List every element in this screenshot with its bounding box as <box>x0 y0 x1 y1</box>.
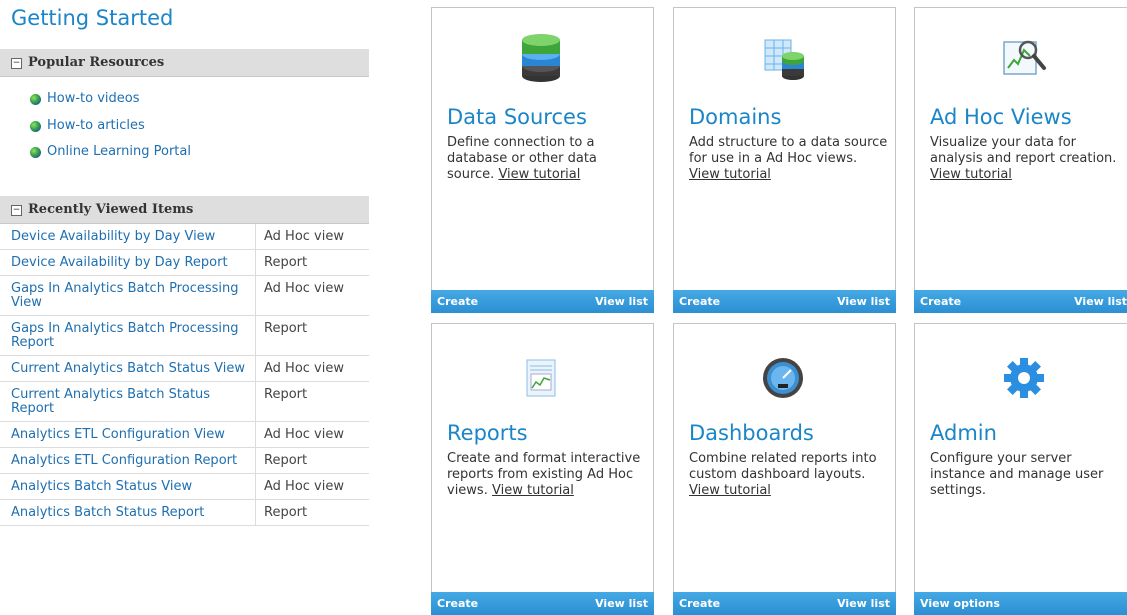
table-row: Analytics ETL Configuration Report Report <box>0 447 369 474</box>
table-row: Device Availability by Day Report Report <box>0 249 369 276</box>
recent-item-type: Ad Hoc view <box>255 355 369 382</box>
tile-action-bar: Create View list <box>673 592 896 615</box>
recent-item-link[interactable]: Analytics Batch Status View <box>0 473 256 500</box>
view-tutorial-link[interactable]: View tutorial <box>689 483 771 498</box>
tile-ad-hoc-views: Ad Hoc Views Visualize your data for ana… <box>914 7 1127 313</box>
recent-item-link[interactable]: Device Availability by Day View <box>0 224 256 250</box>
recent-item-type: Report <box>255 315 369 356</box>
gear-icon <box>1004 358 1044 398</box>
recent-item-type: Ad Hoc view <box>255 275 369 316</box>
recently-viewed-header[interactable]: − Recently Viewed Items <box>0 196 369 224</box>
popular-resources-list: How-to videos How-to articles Online Lea… <box>30 91 191 171</box>
view-list-button[interactable]: View list <box>595 295 648 308</box>
recent-item-type: Report <box>255 381 369 422</box>
collapse-icon[interactable]: − <box>11 205 22 216</box>
tile-dashboards: Dashboards Combine related reports into … <box>673 323 896 615</box>
view-list-button[interactable]: View list <box>1074 295 1127 308</box>
domain-table-icon <box>764 39 804 80</box>
popular-resources-header[interactable]: − Popular Resources <box>0 49 369 77</box>
recent-item-link[interactable]: Analytics ETL Configuration Report <box>0 447 256 474</box>
view-list-button[interactable]: View list <box>837 597 890 610</box>
recent-item-type: Ad Hoc view <box>255 421 369 448</box>
recently-viewed-heading: Recently Viewed Items <box>28 202 194 217</box>
tile-title: Admin <box>930 421 997 445</box>
chart-magnifier-icon <box>1003 40 1046 75</box>
tile-action-bar: Create View list <box>431 290 654 313</box>
tile-admin: Admin Configure your server instance and… <box>914 323 1127 615</box>
table-row: Analytics Batch Status View Ad Hoc view <box>0 473 369 500</box>
recent-item-link[interactable]: Current Analytics Batch Status View <box>0 355 256 382</box>
globe-icon <box>30 94 41 105</box>
resource-link[interactable]: How-to articles <box>30 118 191 145</box>
report-document-icon <box>526 359 556 397</box>
tile-title: Ad Hoc Views <box>930 105 1072 129</box>
create-button[interactable]: Create <box>437 295 478 308</box>
tile-description: Create and format interactive reports fr… <box>447 451 641 498</box>
recent-item-type: Ad Hoc view <box>255 473 369 500</box>
tile-action-bar: View options <box>914 592 1127 615</box>
recent-item-link[interactable]: Current Analytics Batch Status Report <box>0 381 256 422</box>
page-title: Getting Started <box>11 6 174 30</box>
view-tutorial-link[interactable]: View tutorial <box>689 167 771 182</box>
create-button[interactable]: Create <box>920 295 961 308</box>
tile-title: Reports <box>447 421 528 445</box>
view-tutorial-link[interactable]: View tutorial <box>492 483 574 498</box>
tile-action-bar: Create View list <box>673 290 896 313</box>
popular-resources-heading: Popular Resources <box>28 55 165 70</box>
table-row: Analytics Batch Status Report Report <box>0 499 369 526</box>
recent-item-type: Ad Hoc view <box>255 224 369 250</box>
recent-item-link[interactable]: Analytics Batch Status Report <box>0 499 256 526</box>
table-row: Gaps In Analytics Batch Processing View A… <box>0 275 369 316</box>
tile-description: Visualize your data for analysis and rep… <box>930 135 1117 182</box>
tile-description: Combine related reports into custom dash… <box>689 451 877 498</box>
tile-title: Domains <box>689 105 782 129</box>
recent-item-type: Report <box>255 447 369 474</box>
globe-icon <box>30 120 41 132</box>
recent-item-link[interactable]: Device Availability by Day Report <box>0 249 256 276</box>
gauge-icon <box>763 358 803 398</box>
recent-item-link[interactable]: Analytics ETL Configuration View <box>0 421 256 448</box>
view-list-button[interactable]: View list <box>595 597 648 610</box>
tile-action-bar: Create View list <box>431 592 654 615</box>
resource-link[interactable]: How-to videos <box>30 91 191 118</box>
table-row: Analytics ETL Configuration View Ad Hoc v… <box>0 421 369 448</box>
table-row: Current Analytics Batch Status Report Rep… <box>0 381 369 422</box>
table-row: Gaps In Analytics Batch Processing Repor… <box>0 315 369 356</box>
table-row: Device Availability by Day View Ad Hoc vi… <box>0 224 369 250</box>
tile-action-bar: Create View list <box>914 290 1127 313</box>
recent-items-table: Device Availability by Day View Ad Hoc vi… <box>0 224 369 526</box>
recent-item-link[interactable]: Gaps In Analytics Batch Processing View <box>0 275 256 316</box>
recent-item-type: Report <box>255 499 369 526</box>
recent-item-link[interactable]: Gaps In Analytics Batch Processing Repor… <box>0 315 256 356</box>
globe-icon <box>30 147 41 158</box>
tile-title: Dashboards <box>689 421 814 445</box>
create-button[interactable]: Create <box>679 295 720 308</box>
tile-data-sources: Data Sources Define connection to a data… <box>431 7 654 313</box>
view-options-button[interactable]: View options <box>920 597 1000 610</box>
table-row: Current Analytics Batch Status View Ad Ho… <box>0 355 369 382</box>
collapse-icon[interactable]: − <box>11 58 22 69</box>
recent-item-type: Report <box>255 249 369 276</box>
tile-description: Define connection to a database or other… <box>447 135 597 182</box>
create-button[interactable]: Create <box>679 597 720 610</box>
resource-link[interactable]: Online Learning Portal <box>30 144 191 171</box>
tile-title: Data Sources <box>447 105 587 129</box>
database-stack-icon <box>522 34 560 82</box>
tile-description: Configure your server instance and manag… <box>930 451 1104 498</box>
tile-reports: Reports Create and format interactive re… <box>431 323 654 615</box>
tile-domains: Domains Add structure to a data source f… <box>673 7 896 313</box>
view-tutorial-link[interactable]: View tutorial <box>498 167 580 182</box>
tile-description: Add structure to a data source for use i… <box>689 135 888 182</box>
create-button[interactable]: Create <box>437 597 478 610</box>
view-list-button[interactable]: View list <box>837 295 890 308</box>
view-tutorial-link[interactable]: View tutorial <box>930 167 1012 182</box>
